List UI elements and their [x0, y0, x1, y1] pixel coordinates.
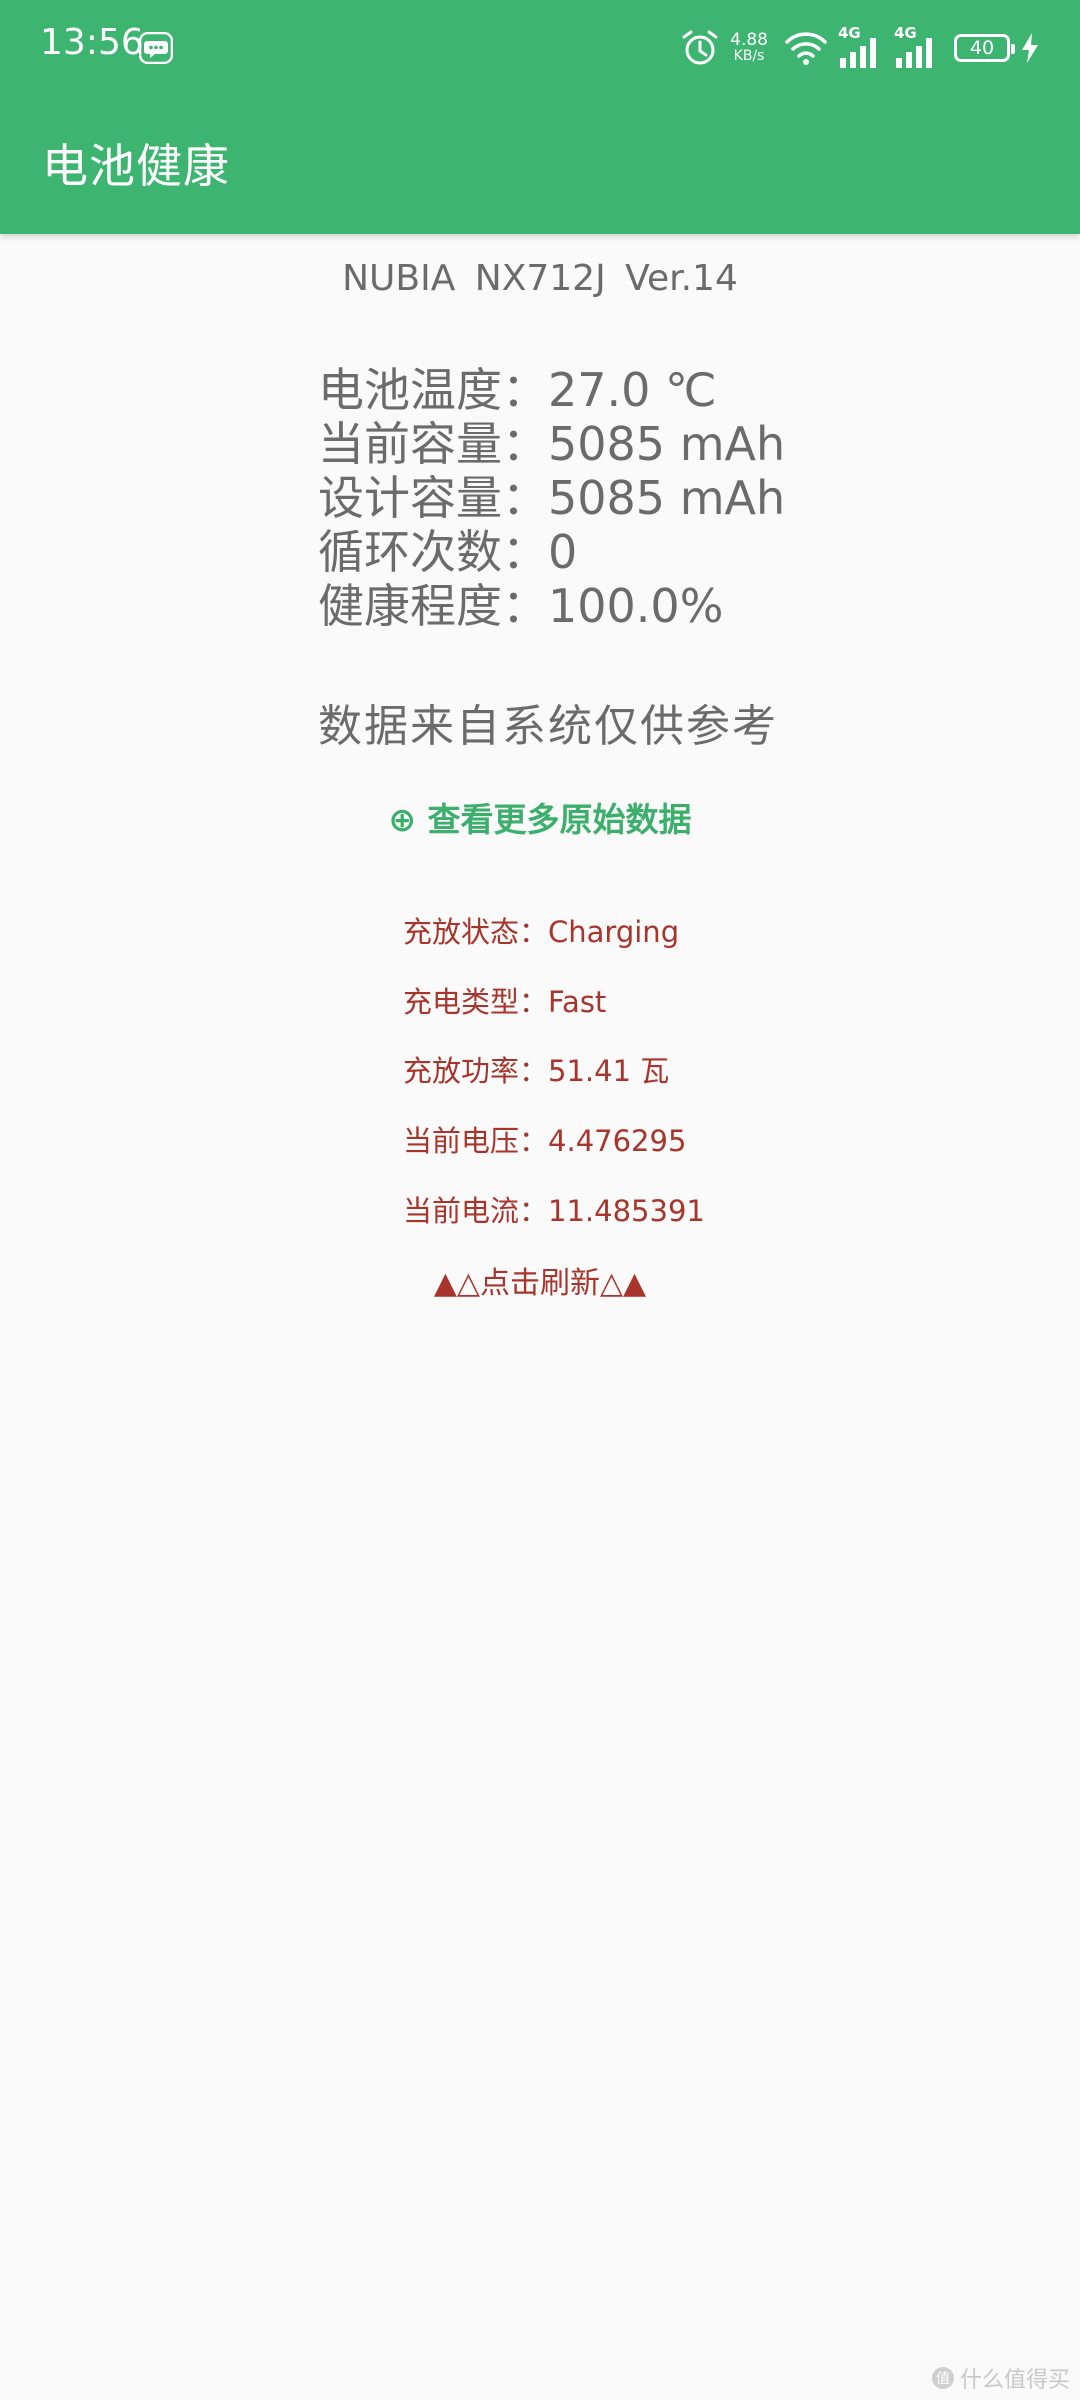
screen: 13:56 4.88 KB/s 4G 4G 40 电池健康 NUBIA NX71… [0, 0, 1080, 2400]
stat-label: 电池温度 [318, 363, 502, 417]
detail-charge-status: 充放状态：Charging [403, 909, 679, 951]
battery-level: 40 [969, 37, 995, 59]
detail-separator: ： [519, 1124, 549, 1158]
net-speed: 4.88 KB/s [730, 30, 768, 65]
alarm-icon [682, 30, 718, 65]
stat-value: 27.0 ℃ [548, 363, 717, 417]
stat-separator: ： [502, 579, 548, 633]
page-title: 电池健康 [42, 139, 230, 193]
stat-label: 当前容量 [318, 417, 502, 471]
stat-current-capacity: 当前容量：5085 mAh [318, 417, 785, 471]
detail-value: Charging [548, 915, 680, 949]
signal-sim2: 4G [894, 24, 940, 68]
net-speed-value: 4.88 [730, 30, 768, 50]
app-header: 13:56 4.88 KB/s 4G 4G 40 电池健康 [0, 0, 1080, 234]
status-time: 13:56 [40, 22, 144, 63]
detail-value: Fast [548, 985, 607, 1019]
signal-sim2-tag: 4G [894, 24, 917, 42]
refresh-button[interactable]: ▲△点击刷新△▲ [0, 1258, 1080, 1302]
status-icons: 4.88 KB/s 4G 4G 40 [680, 22, 1040, 74]
detail-label: 当前电压 [403, 1124, 520, 1158]
stat-label: 循环次数 [318, 525, 502, 579]
stat-value: 100.0% [548, 579, 724, 633]
wifi-icon [785, 32, 827, 65]
detail-separator: ： [519, 1054, 549, 1088]
stat-design-capacity: 设计容量：5085 mAh [318, 471, 785, 525]
stat-cycle-count: 循环次数：0 [318, 525, 785, 579]
signal-sim1: 4G [838, 24, 884, 68]
watermark-logo-icon: 值 [931, 2367, 954, 2389]
stat-label: 设计容量 [318, 471, 502, 525]
stat-separator: ： [502, 471, 548, 525]
battery-icon: 40 [954, 34, 1015, 62]
detail-label: 充放状态 [403, 915, 520, 949]
detail-value: 4.476295 [548, 1124, 687, 1158]
stat-battery-temperature: 电池温度：27.0 ℃ [318, 363, 785, 417]
data-disclaimer: 数据来自系统仅供参考 [318, 701, 778, 752]
stat-health-level: 健康程度：100.0% [318, 579, 785, 633]
detail-charge-type: 充电类型：Fast [403, 979, 606, 1021]
stat-separator: ： [502, 417, 548, 471]
stat-separator: ： [502, 525, 548, 579]
charging-bolt-icon [1022, 33, 1038, 63]
stat-label: 健康程度 [318, 579, 502, 633]
detail-label: 充电类型 [403, 985, 520, 1019]
detail-separator: ： [519, 985, 549, 1019]
detail-value: 11.485391 [548, 1194, 705, 1228]
signal-sim1-tag: 4G [838, 24, 861, 42]
device-info: NUBIA NX712J Ver.14 [342, 258, 738, 299]
watermark: 值 什么值得买 [931, 2362, 1070, 2394]
view-raw-data-link[interactable]: ⊕ 查看更多原始数据 [0, 793, 1080, 841]
detail-current-current: 当前电流：11.485391 [403, 1188, 705, 1230]
detail-label: 当前电流 [403, 1194, 520, 1228]
detail-separator: ： [519, 1194, 549, 1228]
detail-current-voltage: 当前电压：4.476295 [403, 1118, 686, 1160]
stat-value: 0 [548, 525, 578, 579]
detail-label: 充放功率 [403, 1054, 520, 1088]
detail-separator: ： [519, 915, 549, 949]
detail-value: 51.41 瓦 [548, 1054, 670, 1088]
message-icon [139, 32, 173, 64]
battery-stats-list: 电池温度：27.0 ℃ 当前容量：5085 mAh 设计容量：5085 mAh … [318, 363, 785, 633]
stat-separator: ： [502, 363, 548, 417]
stat-value: 5085 mAh [548, 417, 786, 471]
net-speed-unit: KB/s [733, 48, 765, 64]
detail-charge-power: 充放功率：51.41 瓦 [403, 1048, 669, 1090]
stat-value: 5085 mAh [548, 471, 786, 525]
watermark-text: 什么值得买 [959, 2368, 1070, 2393]
